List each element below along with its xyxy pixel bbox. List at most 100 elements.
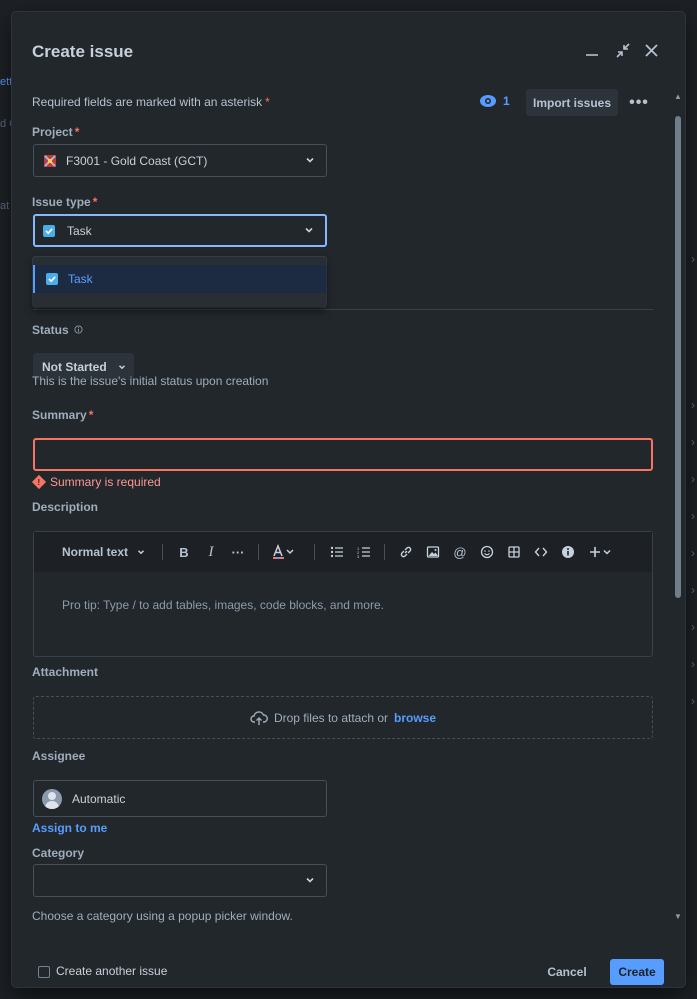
status-value: Not Started (42, 359, 107, 374)
scrollbar-thumb[interactable] (675, 116, 681, 598)
text-style-dropdown[interactable]: Normal text (60, 542, 148, 562)
issue-type-select[interactable]: Task (33, 214, 327, 247)
table-button[interactable] (503, 542, 525, 562)
plus-icon (590, 547, 611, 557)
summary-error: ! Summary is required (31, 474, 161, 490)
toolbar-separator (384, 544, 385, 560)
svg-text:3: 3 (357, 554, 360, 558)
more-actions-button[interactable]: ••• (626, 89, 652, 116)
mention-button[interactable]: @ (449, 542, 471, 562)
text-color-icon (273, 544, 294, 559)
section-divider (33, 309, 653, 310)
background-chevron-icon: › (691, 583, 695, 597)
background-chevron-icon: › (691, 435, 695, 449)
issue-type-value: Task (67, 223, 92, 238)
scroll-down-arrow[interactable]: ▼ (674, 912, 682, 921)
category-helper-text: Choose a category using a popup picker w… (32, 909, 293, 923)
table-icon (508, 546, 520, 558)
background-chevron-icon: › (691, 546, 695, 560)
chevron-down-icon (118, 364, 125, 369)
info-icon (74, 325, 83, 334)
description-placeholder: Pro tip: Type / to add tables, images, c… (62, 598, 384, 612)
insert-more-button[interactable] (586, 542, 616, 562)
info-icon (562, 546, 574, 558)
background-chevron-icon: › (691, 694, 695, 708)
background-chevron-icon: › (691, 509, 695, 523)
assignee-select[interactable]: Automatic (33, 780, 327, 817)
emoji-icon (480, 545, 494, 559)
create-another-checkbox[interactable] (38, 966, 50, 978)
chevron-down-icon (306, 157, 314, 163)
dropzone-text: Drop files to attach or (273, 710, 389, 725)
description-editor[interactable]: Normal text B I ··· 123 @ Pro tip: Type … (33, 531, 653, 657)
background-text-fragment: at (0, 200, 10, 212)
background-tab-fragment: ett (0, 76, 13, 88)
required-fields-note: Required fields are marked with an aster… (32, 95, 270, 109)
issue-type-option[interactable]: Task (33, 265, 326, 293)
collapse-icon[interactable] (612, 40, 634, 62)
toolbar-separator (258, 544, 259, 560)
issue-type-label: Issue type * (32, 195, 98, 209)
category-select[interactable] (33, 864, 327, 897)
create-button[interactable]: Create (610, 959, 664, 985)
option-label: Task (68, 272, 93, 286)
assignee-value: Automatic (72, 791, 126, 806)
image-icon (426, 546, 440, 558)
project-label: Project * (32, 125, 80, 139)
attachment-label: Attachment (32, 665, 99, 679)
code-icon (534, 547, 548, 557)
toolbar-separator (314, 544, 315, 560)
link-icon (400, 546, 412, 558)
task-icon (46, 273, 58, 285)
bullet-list-icon (330, 546, 343, 558)
category-label: Category (32, 846, 85, 860)
scroll-up-arrow[interactable]: ▲ (674, 92, 682, 101)
create-another-label[interactable]: Create another issue (56, 964, 167, 978)
summary-label: Summary * (32, 408, 94, 422)
cancel-button[interactable]: Cancel (542, 959, 592, 985)
background-chevron-icon: › (691, 620, 695, 634)
attachment-dropzone[interactable]: Drop files to attach or browse (33, 696, 653, 739)
status-helper-text: This is the issue's initial status upon … (32, 374, 269, 388)
background-chevron-icon: › (691, 398, 695, 412)
background-chevron-icon: › (691, 472, 695, 486)
numbered-list-button[interactable]: 123 (353, 542, 375, 562)
link-button[interactable] (395, 542, 417, 562)
watch-button[interactable]: 1 (479, 94, 510, 108)
editor-toolbar: Normal text B I ··· 123 @ (34, 532, 652, 572)
project-select[interactable]: F3001 - Gold Coast (GCT) (33, 144, 327, 177)
background-chevron-icon: › (691, 657, 695, 671)
eye-icon (480, 95, 496, 107)
toolbar-separator (162, 544, 163, 560)
description-label: Description (32, 500, 99, 514)
background-chevron-icon: › (691, 252, 695, 266)
bold-button[interactable]: B (173, 542, 195, 562)
upload-cloud-icon (250, 710, 268, 725)
task-icon (43, 224, 55, 237)
create-issue-dialog: Create issue Required fields are marked … (12, 12, 685, 987)
issue-type-dropdown-menu: Task (33, 257, 326, 307)
assign-to-me-link[interactable]: Assign to me (32, 821, 107, 835)
watch-count: 1 (503, 94, 510, 108)
assignee-label: Assignee (32, 749, 86, 763)
import-issues-button[interactable]: Import issues (526, 89, 618, 116)
dialog-title: Create issue (32, 42, 134, 61)
emoji-button[interactable] (476, 542, 498, 562)
text-color-button[interactable] (268, 542, 300, 562)
summary-input[interactable] (33, 438, 653, 471)
code-button[interactable] (530, 542, 552, 562)
error-icon: ! (31, 474, 47, 490)
status-label: Status (32, 323, 83, 337)
more-formatting-button[interactable]: ··· (227, 542, 249, 562)
browse-link[interactable]: browse (394, 711, 436, 725)
info-panel-button[interactable] (557, 542, 579, 562)
project-avatar-icon (44, 154, 56, 167)
numbered-list-icon: 123 (357, 546, 370, 558)
avatar (42, 788, 62, 809)
bullet-list-button[interactable] (326, 542, 348, 562)
italic-button[interactable]: I (200, 542, 222, 562)
image-button[interactable] (422, 542, 444, 562)
chevron-down-icon (306, 877, 314, 883)
minimize-icon[interactable] (581, 40, 603, 62)
close-icon[interactable] (641, 40, 663, 62)
